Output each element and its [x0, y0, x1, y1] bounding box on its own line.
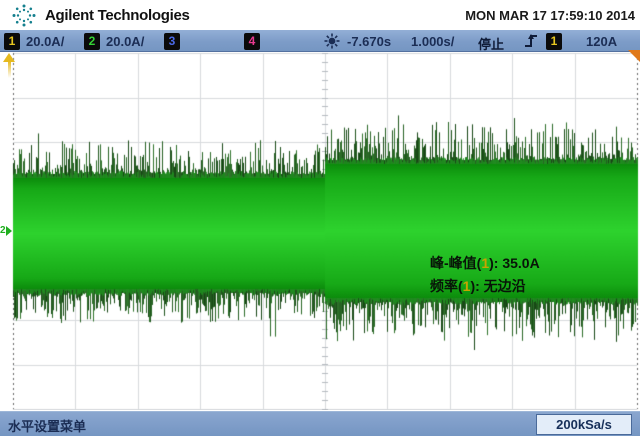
- agilent-logo-icon: [10, 2, 38, 29]
- trigger-source-badge[interactable]: 1: [546, 33, 562, 50]
- run-state[interactable]: 停止: [478, 34, 504, 53]
- delay-value[interactable]: -7.670s: [347, 34, 391, 49]
- channel-1-button[interactable]: 1 20.0A/: [4, 32, 64, 50]
- header: Agilent Technologies MON MAR 17 17:59:10…: [0, 0, 640, 30]
- measurement-label: 频率(: [430, 278, 463, 294]
- trigger-level-value[interactable]: 120A: [586, 34, 617, 49]
- trigger-source-button[interactable]: 1: [546, 32, 562, 50]
- intensity-sun-icon: [324, 33, 340, 49]
- channel-3-badge[interactable]: 3: [164, 33, 180, 50]
- trigger-position-marker-icon: [628, 50, 640, 62]
- menu-bar: 水平设置菜单 200kSa/s: [0, 411, 640, 436]
- measurement-value: ): 35.0A: [489, 255, 540, 271]
- waveform-display: [0, 52, 640, 410]
- channel-1-scale: 20.0A/: [26, 34, 64, 49]
- toolbar: 1 20.0A/ 2 20.0A/ 3 4 -7.670s 1.000s/ 停止: [0, 30, 640, 52]
- horizontal-menu-label[interactable]: 水平设置菜单: [8, 416, 86, 435]
- oscilloscope-screen: Agilent Technologies MON MAR 17 17:59:10…: [0, 0, 640, 437]
- channel-2-badge[interactable]: 2: [84, 33, 100, 50]
- channel-2-button[interactable]: 2 20.0A/: [84, 32, 144, 50]
- timebase-value[interactable]: 1.000s/: [411, 34, 454, 49]
- sample-rate-badge: 200kSa/s: [536, 414, 632, 435]
- measurement-peak-to-peak: 峰-峰值(1): 35.0A: [430, 252, 540, 275]
- measurement-readout: 峰-峰值(1): 35.0A 频率(1): 无边沿: [430, 252, 540, 298]
- channel-1-position-marker-tail: [8, 61, 11, 78]
- measurement-label: 峰-峰值(: [430, 255, 481, 271]
- channel-2-scale: 20.0A/: [106, 34, 144, 49]
- trigger-slope-icon: [524, 33, 539, 49]
- channel-1-badge[interactable]: 1: [4, 33, 20, 50]
- measurement-channel: 1: [481, 255, 489, 271]
- datetime: MON MAR 17 17:59:10 2014: [465, 8, 635, 23]
- channel-3-button[interactable]: 3: [164, 32, 180, 50]
- channel-2-ground-marker-icon: 2: [0, 224, 12, 238]
- measurement-frequency: 频率(1): 无边沿: [430, 275, 540, 298]
- brand-title: Agilent Technologies: [45, 7, 190, 24]
- measurement-value: ): 无边沿: [470, 278, 525, 294]
- channel-4-button[interactable]: 4: [244, 32, 260, 50]
- channel-4-badge[interactable]: 4: [244, 33, 260, 50]
